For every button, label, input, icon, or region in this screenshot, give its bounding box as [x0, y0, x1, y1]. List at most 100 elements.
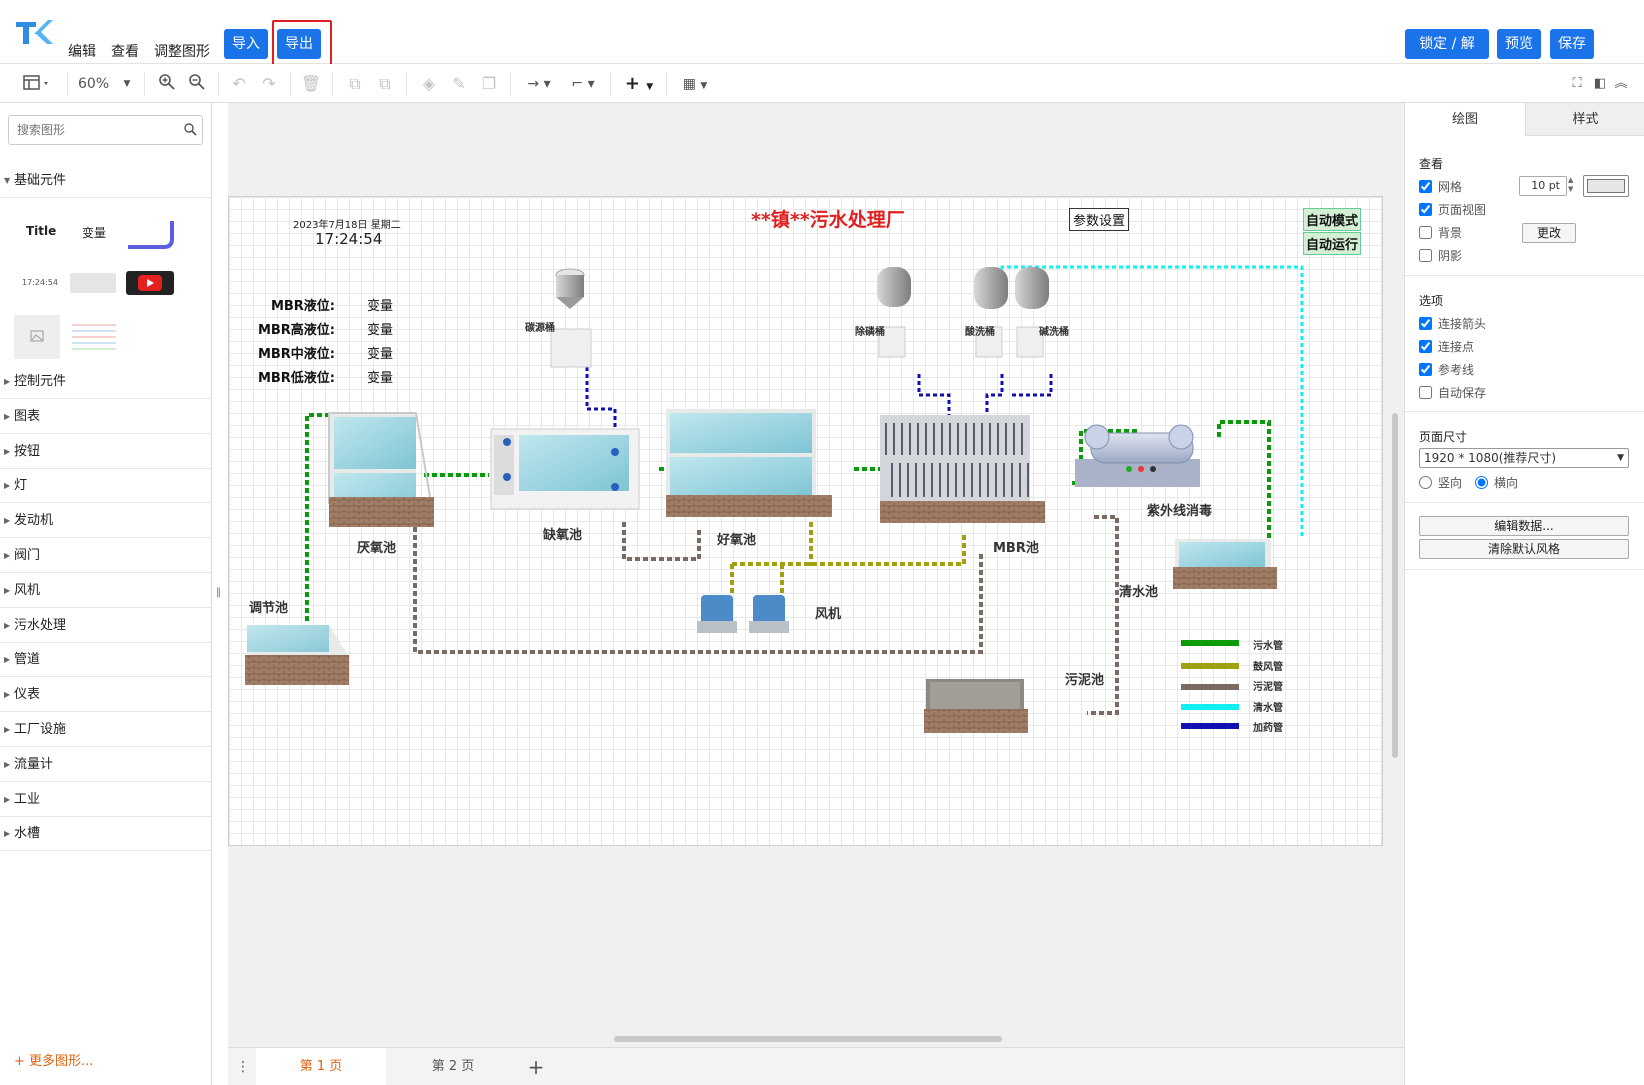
delete-icon[interactable]: 🗑: [300, 73, 322, 95]
import-button[interactable]: 导入: [224, 29, 268, 59]
shape-image-placeholder[interactable]: [14, 315, 60, 359]
to-back-icon[interactable]: ⧉: [374, 73, 396, 95]
diagram-page[interactable]: **镇**污水处理厂 2023年7月18日 星期二 17:24:54 参数设置 …: [228, 196, 1383, 846]
preview-button[interactable]: 预览: [1497, 29, 1541, 59]
menu-edit[interactable]: 编辑: [68, 41, 96, 61]
add-page-icon[interactable]: +: [524, 1048, 548, 1085]
line-color-icon[interactable]: ✎: [448, 73, 470, 95]
category-item[interactable]: ▶ 阀门: [0, 538, 212, 573]
category-item[interactable]: ▶ 管道: [0, 642, 212, 678]
page-size-section-title: 页面尺寸: [1419, 430, 1468, 444]
parameter-settings-button[interactable]: 参数设置: [1069, 208, 1130, 231]
more-shapes-link[interactable]: + 更多图形...: [14, 1050, 93, 1069]
diagram-date: 2023年7月18日 星期二: [293, 220, 401, 231]
category-item[interactable]: ▶ 污水处理: [0, 608, 212, 643]
connect-arrows-checkbox[interactable]: 连接箭头: [1419, 315, 1486, 332]
undo-icon[interactable]: ↶: [228, 73, 250, 95]
category-item[interactable]: ▶ 风机: [0, 573, 212, 608]
vertical-scrollbar[interactable]: [1392, 413, 1398, 758]
menu-adjust-shape[interactable]: 调整图形: [154, 41, 210, 61]
guides-checkbox[interactable]: 参考线: [1419, 361, 1474, 378]
category-label: 按钮: [14, 443, 41, 459]
tab-diagram[interactable]: 绘图: [1405, 103, 1525, 136]
zoom-in-icon[interactable]: [156, 73, 178, 95]
shadow-icon[interactable]: ❐: [478, 73, 500, 95]
grid-color-swatch[interactable]: [1583, 175, 1629, 197]
category-item[interactable]: ▶ 工厂设施: [0, 712, 212, 747]
horizontal-scrollbar[interactable]: [614, 1036, 1002, 1042]
change-background-button[interactable]: 更改: [1522, 223, 1576, 243]
table-icon[interactable]: ▦ ▼: [678, 73, 712, 95]
lock-unlock-button[interactable]: 锁定 / 解锁: [1405, 29, 1489, 82]
tab-page-2[interactable]: 第 2 页: [388, 1048, 518, 1085]
shape-label-box[interactable]: [70, 273, 116, 293]
category-item[interactable]: ▶ 灯: [0, 468, 212, 504]
category-item[interactable]: ▶ 工业: [0, 782, 212, 817]
shape-table-widget[interactable]: [70, 319, 118, 355]
connection-style-icon[interactable]: → ▾: [522, 73, 556, 95]
label-mbr-tank: MBR池: [993, 541, 1039, 556]
fill-color-icon[interactable]: ◈: [418, 73, 440, 95]
save-button[interactable]: 保存: [1550, 29, 1594, 59]
anoxic-tank: [490, 428, 640, 510]
collapse-up-icon[interactable]: ︽: [1612, 73, 1630, 95]
category-item[interactable]: ▶ 水槽: [0, 816, 212, 852]
tab-page-1[interactable]: 第 1 页: [256, 1048, 386, 1085]
label-uv-disinfection: 紫外线消毒: [1147, 504, 1213, 519]
shape-variable[interactable]: 变量: [82, 224, 106, 241]
category-item[interactable]: ▶ 流量计: [0, 747, 212, 782]
zoom-out-icon[interactable]: [186, 73, 208, 95]
view-panels-icon[interactable]: [20, 73, 54, 95]
category-item[interactable]: ▶ 按钮: [0, 434, 212, 469]
background-checkbox[interactable]: 背景: [1419, 224, 1462, 241]
waypoints-icon[interactable]: ⌐ ▾: [566, 73, 600, 95]
category-label: 工厂设施: [14, 722, 67, 737]
shape-video-player[interactable]: [126, 271, 174, 295]
grid-size-input[interactable]: 10 pt: [1519, 176, 1567, 196]
portrait-radio[interactable]: 竖向: [1419, 474, 1462, 491]
auto-mode-badge[interactable]: 自动模式: [1303, 208, 1362, 231]
auto-run-badge[interactable]: 自动运行: [1303, 232, 1362, 255]
collapsed-triangle-icon: ▶: [4, 759, 11, 769]
sidebar-collapse-handle[interactable]: ‖: [216, 587, 221, 598]
shape-clock[interactable]: 17:24:54: [22, 278, 58, 287]
collapsed-triangle-icon: ▶: [4, 585, 11, 595]
category-basic-elements[interactable]: ▼ 基础元件: [0, 163, 212, 198]
shape-search-input[interactable]: [8, 115, 203, 145]
collapsed-triangle-icon: ▶: [4, 446, 11, 456]
category-item[interactable]: ▶ 控制元件: [0, 364, 212, 399]
zoom-dropdown-icon[interactable]: ▼: [120, 73, 134, 95]
landscape-radio[interactable]: 横向: [1475, 474, 1518, 491]
connect-points-checkbox[interactable]: 连接点: [1419, 338, 1474, 355]
insert-plus-icon[interactable]: + ▼: [622, 73, 656, 95]
label-sludge-tank: 污泥池: [1065, 673, 1105, 688]
export-highlight-box: [272, 20, 332, 68]
shape-pipe-corner[interactable]: [126, 217, 176, 253]
zoom-level[interactable]: 60%: [78, 73, 118, 95]
edit-data-button[interactable]: 编辑数据...: [1419, 516, 1629, 536]
label-alkali-wash-tank: 碱洗桶: [1039, 327, 1069, 338]
grid-checkbox[interactable]: 网格: [1419, 178, 1462, 195]
autosave-checkbox[interactable]: 自动保存: [1419, 384, 1486, 401]
to-front-icon[interactable]: ⧉: [344, 73, 366, 95]
redo-icon[interactable]: ↷: [258, 73, 280, 95]
category-label: 风机: [14, 582, 41, 598]
legend-item: 鼓风管: [1253, 661, 1283, 673]
search-icon[interactable]: [184, 123, 197, 140]
category-item[interactable]: ▶ 仪表: [0, 677, 212, 713]
shadow-checkbox[interactable]: 阴影: [1419, 247, 1462, 264]
format-panel-icon[interactable]: ◧: [1591, 73, 1609, 95]
shape-title[interactable]: Title: [26, 224, 56, 238]
menu-view[interactable]: 查看: [111, 41, 139, 61]
clear-default-style-button[interactable]: 清除默认风格: [1419, 539, 1629, 559]
options-section-title: 选项: [1419, 294, 1444, 308]
toolbar-divider: [510, 72, 511, 96]
category-item[interactable]: ▶ 发动机: [0, 503, 212, 539]
category-item[interactable]: ▶ 图表: [0, 399, 212, 434]
fullscreen-icon[interactable]: ⛶: [1568, 73, 1586, 95]
page-size-select[interactable]: 1920 * 1080(推荐尺寸) ▼: [1419, 448, 1629, 468]
grid-size-stepper-icon[interactable]: ▲ ▼: [1568, 176, 1573, 194]
page-menu-icon[interactable]: ⋮: [236, 1048, 250, 1085]
tab-style[interactable]: 样式: [1525, 103, 1644, 136]
page-view-checkbox[interactable]: 页面视图: [1419, 201, 1486, 218]
